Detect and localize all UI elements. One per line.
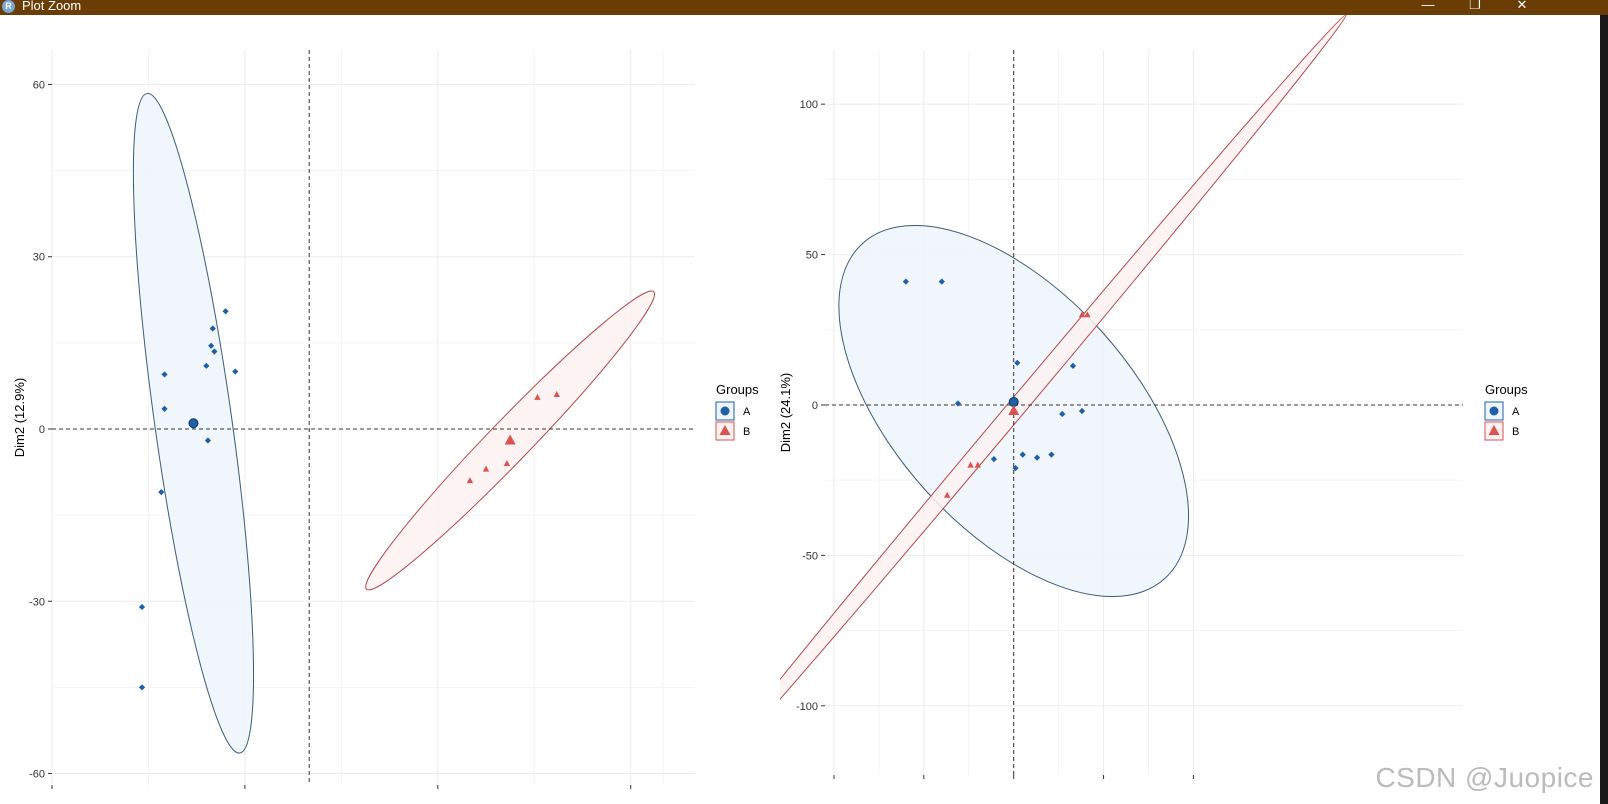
legend-marker-a [1489, 406, 1499, 416]
legend-title: Groups [716, 382, 759, 397]
y-axis-title: Dim2 (24.1%) [780, 373, 793, 452]
y-tick-label: 50 [806, 250, 818, 262]
y-axis-title: Dim2 (12.9%) [12, 378, 27, 457]
y-tick-label: -50 [802, 550, 818, 562]
legend-marker-a [720, 406, 730, 416]
plot-left-svg: 60 30 0 -30 -60 Dim2 (12.9%) Groups AB [12, 50, 759, 789]
data-point-a [232, 368, 239, 375]
window-title: Plot Zoom [22, 0, 82, 13]
plot-right-svg: 100 50 0 -50 -100 Dim2 (24.1%) Groups AB [780, 15, 1528, 804]
legend-label-b: B [743, 426, 750, 438]
maximize-button[interactable]: ❐ [1460, 0, 1490, 13]
data-point-a [138, 603, 146, 611]
y-tick-label: -60 [29, 769, 45, 781]
legend-label-a: A [1512, 406, 1520, 418]
close-button[interactable]: ✕ [1507, 0, 1537, 13]
data-point-a [222, 308, 229, 315]
y-tick-label: -100 [796, 701, 818, 713]
y-tick-label: -30 [29, 596, 45, 608]
window-edge [1600, 15, 1608, 804]
watermark-text: CSDN @Juopice [1375, 762, 1594, 793]
y-tick-label: 0 [39, 424, 45, 436]
pca-plot-left: 60 30 0 -30 -60 Dim2 (12.9%) Groups A B [0, 15, 780, 804]
centroid-a [188, 418, 199, 429]
legend-label-a: A [743, 406, 751, 418]
y-tick-label: 30 [33, 252, 45, 264]
data-point-a [158, 489, 165, 496]
y-tick-label: 0 [812, 400, 818, 412]
r-app-icon: R [2, 0, 15, 13]
y-tick-label: 60 [33, 79, 45, 91]
data-point-a [138, 684, 146, 691]
window-titlebar: R Plot Zoom — ❐ ✕ [0, 0, 1608, 15]
pca-plot-right: 100 50 0 -50 -100 Dim2 (24.1%) Groups A B [780, 15, 1600, 804]
legend-label-b: B [1512, 426, 1519, 438]
legend-title: Groups [1485, 382, 1528, 397]
y-tick-label: 100 [800, 99, 818, 111]
minimize-button[interactable]: — [1413, 0, 1443, 13]
